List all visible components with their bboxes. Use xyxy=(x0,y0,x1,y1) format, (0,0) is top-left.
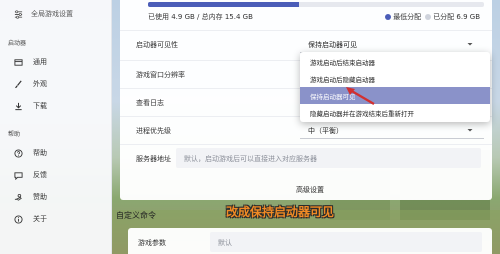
annotation-arrow-icon xyxy=(346,87,375,105)
download-icon xyxy=(14,102,23,111)
chat-icon xyxy=(14,171,23,180)
custom-command-panel: 游戏参数 默认 xyxy=(128,228,492,254)
legend-used-label: 最低分配 xyxy=(393,13,422,21)
donate-icon xyxy=(14,193,23,202)
memory-usage-bar xyxy=(148,2,484,7)
sidebar-item-label: 赞助 xyxy=(33,193,47,201)
chevron-down-icon xyxy=(466,126,474,134)
sidebar-item-download[interactable]: 下载 xyxy=(0,97,112,115)
legend-free-dot xyxy=(425,14,432,20)
sidebar-item-global-game-settings[interactable]: 全局游戏设置 xyxy=(0,5,112,23)
memory-legend: 最低分配 已分配 6.9 GB xyxy=(385,12,480,22)
sidebar-item-label: 关于 xyxy=(33,215,47,223)
game-args-input[interactable]: 默认 xyxy=(210,232,482,252)
tutorial-caption: 改成保持启动器可见 xyxy=(226,205,335,219)
sidebar-item-label: 反馈 xyxy=(33,171,47,179)
server-address-placeholder: 默认，启动游戏后可以直接进入对应服务器 xyxy=(184,155,317,163)
view-log-label: 查看日志 xyxy=(136,99,164,107)
advanced-settings-button[interactable]: 高级设置 xyxy=(296,185,324,195)
sidebar-item-donate[interactable]: 赞助 xyxy=(0,188,112,206)
sidebar-item-label: 帮助 xyxy=(33,149,47,157)
sidebar-item-about[interactable]: 关于 xyxy=(0,210,112,228)
memory-used-text: 已使用 4.9 GB / 总内存 15.4 GB xyxy=(148,12,253,22)
process-priority-select[interactable]: 中（平衡） xyxy=(300,121,484,139)
sidebar-item-label: 外观 xyxy=(33,80,47,88)
sidebar-item-help[interactable]: 帮助 xyxy=(0,144,112,162)
server-address-label: 服务器地址 xyxy=(136,155,171,163)
dropdown-option-hide-launcher[interactable]: 游戏启动后隐藏启动器 xyxy=(300,70,490,87)
sidebar-item-label: 下载 xyxy=(33,102,47,110)
sidebar-item-label: 通用 xyxy=(33,58,47,66)
process-priority-label: 进程优先级 xyxy=(136,127,171,135)
sidebar-item-appearance[interactable]: 外观 xyxy=(0,75,112,93)
dropdown-option-hide-and-reopen[interactable]: 隐藏启动器并在游戏结束后重新打开 xyxy=(300,104,490,121)
window-icon xyxy=(14,58,23,67)
sidebar-item-general[interactable]: 通用 xyxy=(0,53,112,71)
window-resolution-label: 游戏窗口分辨率 xyxy=(136,71,185,79)
memory-usage-fill xyxy=(148,2,300,7)
help-icon xyxy=(14,148,23,158)
legend-free-label: 已分配 6.9 GB xyxy=(433,13,480,21)
sliders-icon xyxy=(14,9,23,19)
game-args-label: 游戏参数 xyxy=(138,239,166,247)
setting-row-server-address: 服务器地址 默认，启动游戏后可以直接进入对应服务器 xyxy=(120,144,492,172)
sidebar-section-help: 帮助 xyxy=(8,131,21,138)
custom-command-heading: 自定义命令 xyxy=(116,211,156,220)
launcher-visibility-dropdown: 游戏启动后结束启动器 游戏启动后隐藏启动器 保持启动器可见 隐藏启动器并在游戏结… xyxy=(300,52,490,122)
chevron-down-icon xyxy=(466,40,474,48)
launcher-visibility-value: 保持启动器可见 xyxy=(308,41,357,49)
info-icon xyxy=(14,214,23,224)
dropdown-option-exit-launcher[interactable]: 游戏启动后结束启动器 xyxy=(300,53,490,70)
memory-used-label: 已使用 4.9 GB / 总内存 15.4 GB xyxy=(148,13,253,21)
sidebar-item-feedback[interactable]: 反馈 xyxy=(0,166,112,184)
brush-icon xyxy=(14,80,23,89)
sidebar: 全局游戏设置 启动器 通用 外观 下载 帮助 帮助 反馈 赞助 关于 xyxy=(0,0,112,254)
game-args-placeholder: 默认 xyxy=(218,239,232,247)
launcher-visibility-label: 启动器可见性 xyxy=(136,41,178,49)
legend-used-dot xyxy=(385,14,392,20)
launcher-visibility-select[interactable]: 保持启动器可见 xyxy=(300,35,484,53)
sidebar-item-label: 全局游戏设置 xyxy=(31,10,73,18)
server-address-input[interactable]: 默认，启动游戏后可以直接进入对应服务器 xyxy=(176,148,481,168)
process-priority-value: 中（平衡） xyxy=(308,127,343,135)
dropdown-option-keep-visible[interactable]: 保持启动器可见 xyxy=(300,87,490,104)
sidebar-section-launcher: 启动器 xyxy=(8,40,27,47)
